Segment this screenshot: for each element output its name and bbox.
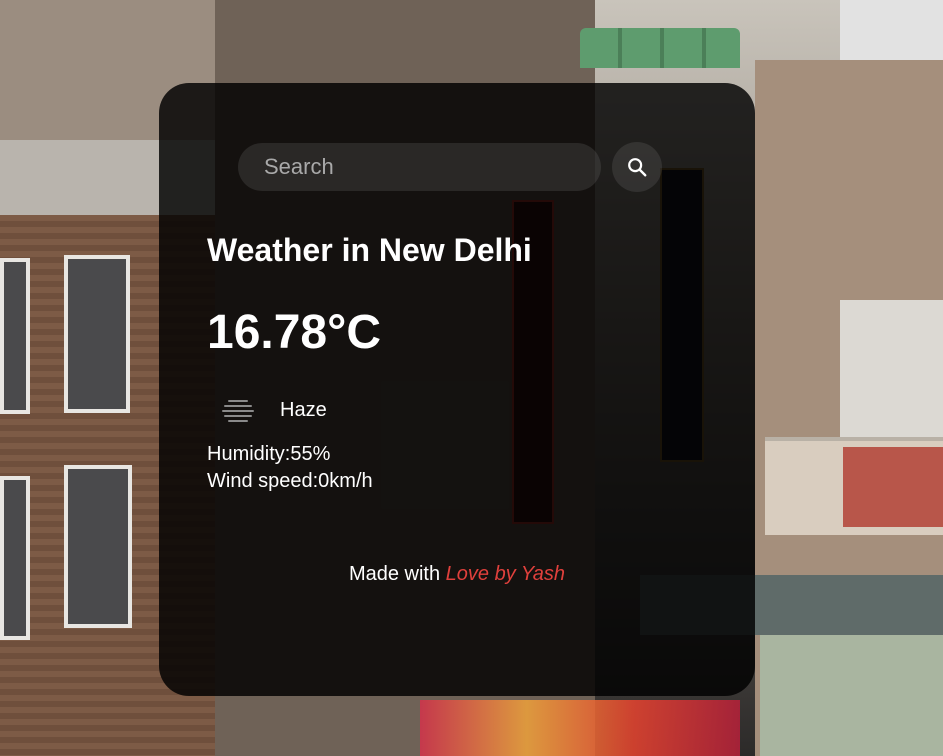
wind-speed-text: Wind speed:0km/h — [207, 470, 373, 492]
condition-row: Haze — [220, 392, 327, 428]
footer-author: Love by Yash — [445, 563, 566, 585]
bg-street-lights — [420, 700, 740, 756]
humidity-text: Humidity:55% — [207, 443, 331, 465]
condition-text: Haze — [280, 399, 327, 421]
search-input[interactable] — [238, 143, 601, 191]
bg-water-tanks — [580, 28, 740, 68]
footer-credit: Made with Love by Yash — [159, 561, 755, 587]
bg-police-sign — [765, 437, 943, 535]
search-icon — [626, 156, 648, 178]
city-title: Weather in New Delhi — [207, 232, 532, 268]
search-bar — [238, 142, 662, 192]
bg-window — [0, 258, 30, 414]
bg-window — [64, 465, 132, 628]
weather-details: Humidity:55% Wind speed:0km/h — [207, 441, 373, 495]
weather-card: Weather in New Delhi 16.78°C Haze Humidi… — [159, 83, 755, 696]
haze-icon — [220, 392, 256, 428]
bg-building — [840, 300, 943, 440]
bg-window — [0, 476, 30, 640]
bg-building — [760, 635, 943, 756]
temperature: 16.78°C — [207, 306, 381, 359]
bg-window — [64, 255, 130, 413]
footer-prefix: Made with — [348, 563, 446, 585]
search-button[interactable] — [612, 142, 662, 192]
